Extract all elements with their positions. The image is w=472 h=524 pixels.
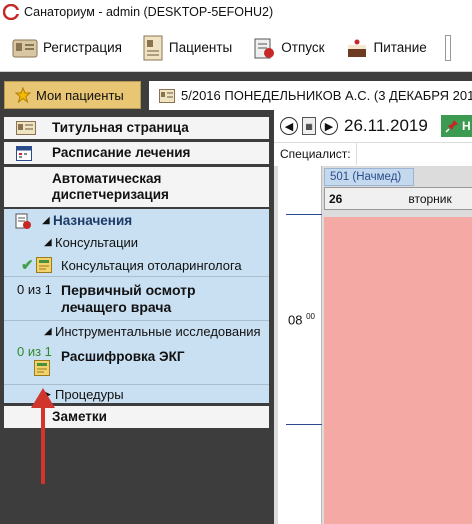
hour-line xyxy=(286,214,322,215)
day-number: 26 xyxy=(329,191,343,206)
toolbar-more-icon[interactable] xyxy=(444,34,451,61)
schedule-panel: ◀ ▦ ▶ 26.11.2019 Н Специалист: 08 00 501… xyxy=(274,110,472,524)
title-bar: Санаториум - admin (DESKTOP-5EFOHU2) xyxy=(0,0,472,24)
tree-node-instrumental[interactable]: ◢ Инструментальные исследования xyxy=(4,321,269,343)
title-page-icon xyxy=(16,121,36,135)
prev-day-button[interactable]: ◀ xyxy=(280,117,298,135)
specialist-row: Специалист: xyxy=(274,142,472,165)
ecg-count: 0 из 1 xyxy=(17,344,52,359)
calendar-picker-button[interactable]: ▦ xyxy=(302,117,316,135)
sidebar-item-notes-label: Заметки xyxy=(52,409,107,424)
procedures-label: Процедуры xyxy=(55,387,124,402)
sidebar-item-title-page[interactable]: Титульная страница xyxy=(4,117,269,139)
collapse-caret-icon[interactable]: ◢ xyxy=(44,326,52,337)
specialist-field[interactable] xyxy=(356,143,472,165)
current-date: 26.11.2019 xyxy=(344,116,428,135)
app-logo-icon xyxy=(3,4,19,20)
patients-button[interactable]: Пациенты xyxy=(140,30,238,66)
tab-my-patients-label: Мои пациенты xyxy=(36,87,124,103)
day-header: 26 вторник xyxy=(324,187,472,210)
assignments-icon xyxy=(15,213,31,229)
time-column: 08 00 xyxy=(278,166,322,524)
tab-patient-label: 5/2016 ПОНЕДЕЛЬНИКОВ А.С. (3 ДЕКАБРЯ 201… xyxy=(181,88,472,103)
leave-icon xyxy=(254,38,275,58)
green-action-label: Н xyxy=(462,119,471,133)
hour-line xyxy=(286,424,322,425)
sidebar-item-auto-dispatch-label: Автоматическая диспетчеризация xyxy=(52,171,169,202)
sidebar-item-title-page-label: Титульная страница xyxy=(52,120,189,135)
patient-card-icon xyxy=(159,88,175,103)
assignments-tree: ◢ Назначения ◢ Консультации ✔ Консультац… xyxy=(4,209,269,403)
assignments-label: Назначения xyxy=(53,213,133,228)
leave-button[interactable]: Отпуск xyxy=(250,30,330,66)
specialist-label: Специалист: xyxy=(280,146,351,161)
green-action-button[interactable]: Н xyxy=(441,115,472,137)
appointment-icon xyxy=(36,257,52,273)
tab-my-patients[interactable]: Мои пациенты xyxy=(4,81,141,109)
consultations-label: Консультации xyxy=(55,235,139,250)
toolbar-separator xyxy=(0,72,472,80)
checkmark-icon: ✔ xyxy=(21,257,34,274)
patients-icon xyxy=(143,35,163,60)
tree-node-consultations[interactable]: ◢ Консультации xyxy=(4,233,269,253)
cake-icon xyxy=(347,39,366,57)
pin-icon xyxy=(445,120,458,133)
oto-consult-label: Консультация отоларинголога xyxy=(61,258,242,273)
calendar-icon: ▦ xyxy=(305,121,313,131)
first-exam-count: 0 из 1 xyxy=(17,282,52,297)
star-icon xyxy=(15,87,31,103)
next-day-button[interactable]: ▶ xyxy=(320,117,338,135)
time-label-08: 08 00 xyxy=(288,312,315,328)
main-toolbar: Регистрация Пациенты Отпуск Питание xyxy=(0,24,472,72)
arrow-left-icon: ◀ xyxy=(284,120,294,133)
date-navigation: ◀ ▦ ▶ 26.11.2019 Н xyxy=(274,110,472,142)
annotation-arrow-icon xyxy=(31,388,55,484)
instrumental-label: Инструментальные исследования xyxy=(55,324,261,339)
sidebar-item-schedule-label: Расписание лечения xyxy=(52,145,191,160)
busy-time-block[interactable] xyxy=(324,217,472,524)
tree-item-ecg[interactable]: 0 из 1 Расшифровка ЭКГ xyxy=(4,343,269,385)
appointment-icon xyxy=(34,360,50,376)
tree-node-assignments[interactable]: ◢ Назначения xyxy=(4,211,269,231)
food-label: Питание xyxy=(373,40,427,55)
ecg-label: Расшифровка ЭКГ xyxy=(61,349,185,364)
registration-label: Регистрация xyxy=(43,40,122,55)
room-tab[interactable]: 501 (Начмед) xyxy=(324,168,414,186)
tab-patient[interactable]: 5/2016 ПОНЕДЕЛЬНИКОВ А.С. (3 ДЕКАБРЯ 201… xyxy=(149,81,472,110)
collapse-caret-icon[interactable]: ◢ xyxy=(42,215,50,226)
calendar-icon xyxy=(16,146,32,161)
schedule-grid: 08 00 501 (Начмед) 26 вторник xyxy=(274,166,472,524)
tree-item-oto-consult[interactable]: ✔ Консультация отоларинголога xyxy=(4,255,269,277)
tree-item-first-exam[interactable]: 0 из 1 Первичный осмотр лечащего врача xyxy=(4,279,269,321)
sidebar-item-auto-dispatch[interactable]: Автоматическая диспетчеризация xyxy=(4,167,269,207)
registration-icon xyxy=(12,39,38,57)
registration-button[interactable]: Регистрация xyxy=(10,30,128,66)
leave-label: Отпуск xyxy=(281,40,325,55)
sidebar-item-schedule[interactable]: Расписание лечения xyxy=(4,142,269,164)
tab-bar: Мои пациенты 5/2016 ПОНЕДЕЛЬНИКОВ А.С. (… xyxy=(0,80,472,110)
collapse-caret-icon[interactable]: ◢ xyxy=(44,237,52,248)
day-name: вторник xyxy=(408,191,452,206)
food-button[interactable]: Питание xyxy=(343,30,433,66)
first-exam-label: Первичный осмотр лечащего врача xyxy=(61,282,196,315)
arrow-right-icon: ▶ xyxy=(324,120,334,133)
window-title: Санаториум - admin (DESKTOP-5EFOHU2) xyxy=(24,5,274,19)
patients-label: Пациенты xyxy=(168,40,233,55)
